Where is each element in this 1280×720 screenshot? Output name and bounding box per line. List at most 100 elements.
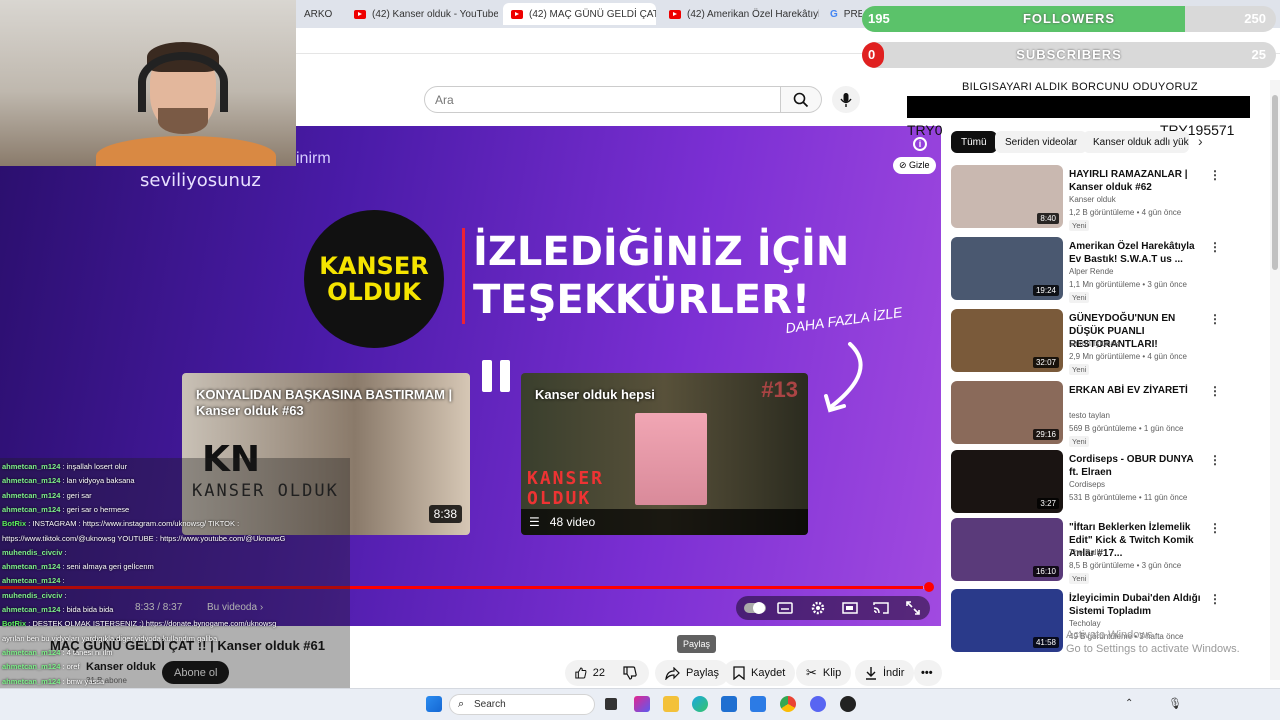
channel-name[interactable]: The Pally <box>1069 548 1102 557</box>
chip-series[interactable]: Seriden videolar <box>995 131 1088 153</box>
video-thumbnail[interactable]: 32:07 <box>951 309 1063 372</box>
end-card-playlist[interactable]: #13 KANSER OLDUK Kanser olduk hepsi ☰ 48… <box>521 373 808 535</box>
chat-message: muhendis_civciv : <box>2 591 67 601</box>
video-thumbnail[interactable]: 41:58 <box>951 589 1063 652</box>
recommended-video[interactable]: 16:10 "İftarı Beklerken İzlemelik Edit" K… <box>951 518 1221 584</box>
share-button[interactable]: Paylaş <box>655 660 730 686</box>
video-thumbnail[interactable]: 19:24 <box>951 237 1063 300</box>
video-title[interactable]: Amerikan Özel Harekâtıyla Ev Bastık! S.W… <box>1069 240 1205 266</box>
search-input[interactable]: Ara <box>424 86 781 113</box>
app-icon[interactable] <box>840 696 856 712</box>
channel-name[interactable]: Kanser olduk <box>1069 195 1116 204</box>
video-duration: 3:27 <box>1037 498 1059 509</box>
logo-line: OLDUK <box>327 278 421 306</box>
chat-username: BotRix <box>2 619 27 629</box>
more-options-icon[interactable]: ⋮ <box>1209 453 1221 467</box>
recommended-video[interactable]: 29:16 ERKAN ABİ EV ZİYARETİ testo taylan 56… <box>951 381 1221 447</box>
like-button[interactable]: 22 <box>565 660 615 686</box>
chat-separator: : <box>60 576 65 586</box>
taskbar-search[interactable]: Search <box>449 694 595 715</box>
video-meta: 2,9 Mn görüntüleme • 4 gün önce <box>1069 352 1187 361</box>
info-icon[interactable]: i <box>913 137 927 151</box>
task-view-icon[interactable] <box>605 698 617 710</box>
video-title[interactable]: HAYIRLI RAMAZANLAR | Kanser olduk #62 <box>1069 168 1205 194</box>
video-title[interactable]: İzleyicimin Dubai'den Aldığı Sistemi Top… <box>1069 592 1205 618</box>
chip-label: Tümü <box>961 136 987 148</box>
channel-name[interactable]: testo taylan <box>1069 411 1110 420</box>
recommended-video[interactable]: 32:07 GÜNEYDOĞU'NUN EN DÜŞÜK PUANLI RESTO… <box>951 309 1221 375</box>
microphone-tray-icon[interactable]: 🎙 <box>1168 697 1182 710</box>
browser-tab-active[interactable]: (42) MAÇ GÜNÜ GELDİ ÇAT✕ <box>503 3 656 25</box>
chat-message: ahmetcan_m124 : geri sar o hermese <box>2 505 129 515</box>
recommended-video[interactable]: 19:24 Amerikan Özel Harekâtıyla Ev Bastık… <box>951 237 1221 303</box>
taskbar-search-label: Search <box>474 699 506 710</box>
video-thumbnail[interactable]: 3:27 <box>951 450 1063 513</box>
share-label: Paylaş <box>686 667 720 679</box>
windows-start-icon[interactable] <box>426 696 442 712</box>
chat-text: 4 tanesi ni ilm <box>66 647 113 657</box>
browser-tab[interactable]: ARKO <box>296 3 346 25</box>
chevron-up-icon[interactable]: ⌃ <box>1125 698 1133 709</box>
chevron-right-icon[interactable]: › <box>1198 133 1203 149</box>
voice-search-button[interactable] <box>832 86 860 113</box>
browser-tab[interactable]: (42) Amerikan Özel Harekâtıyla✕ <box>661 3 819 25</box>
copilot-icon[interactable] <box>634 696 650 712</box>
video-thumbnail[interactable]: 16:10 <box>951 518 1063 581</box>
more-options-icon[interactable]: ⋮ <box>1209 384 1221 398</box>
more-actions-button[interactable]: ••• <box>914 660 942 686</box>
chip-all[interactable]: Tümü <box>951 131 997 153</box>
file-explorer-icon[interactable] <box>663 696 679 712</box>
video-title[interactable]: ERKAN ABİ EV ZİYARETİ <box>1069 384 1205 397</box>
video-duration: 29:16 <box>1032 429 1059 440</box>
autoplay-toggle[interactable] <box>744 600 766 616</box>
edge-icon[interactable] <box>692 696 708 712</box>
more-options-icon[interactable]: ⋮ <box>1209 592 1221 606</box>
outlook-icon[interactable] <box>750 696 766 712</box>
subtitles-button[interactable] <box>777 600 793 616</box>
thumbs-up-icon <box>575 667 587 679</box>
more-options-icon[interactable]: ⋮ <box>1209 521 1221 535</box>
cast-button[interactable] <box>873 600 889 616</box>
settings-button[interactable] <box>810 600 826 616</box>
hide-button[interactable]: ⊘ Gizle <box>893 157 936 174</box>
discord-icon[interactable] <box>810 696 826 712</box>
clip-button[interactable]: ✂ Klip <box>796 660 852 686</box>
channel-name[interactable]: Alper Rende <box>1069 267 1113 276</box>
toggle-icon <box>744 602 766 614</box>
more-options-icon[interactable]: ⋮ <box>1209 240 1221 254</box>
browser-tab[interactable]: (42) Kanser olduk - YouTube✕ <box>346 3 498 25</box>
fullscreen-button[interactable] <box>905 600 921 616</box>
new-badge: Yeni <box>1069 573 1090 584</box>
video-thumbnail[interactable]: 8:40 <box>951 165 1063 228</box>
followers-goal-bar: FOLLOWERS 195 250 <box>862 6 1276 32</box>
scrollbar-thumb[interactable] <box>1272 95 1278 270</box>
pause-icon[interactable] <box>480 358 512 394</box>
video-thumbnail[interactable]: 29:16 <box>951 381 1063 444</box>
search-button[interactable] <box>781 86 822 113</box>
more-options-icon[interactable]: ⋮ <box>1209 168 1221 182</box>
subscribers-current: 0 <box>868 47 876 62</box>
chat-username: muhendis_civciv <box>2 547 63 557</box>
more-options-icon[interactable]: ⋮ <box>1209 312 1221 326</box>
bookmark-icon <box>733 666 745 680</box>
chat-message: ahmetcan_m124 : 4 tanesi ni ilm <box>2 648 113 658</box>
chat-separator: : <box>62 547 67 557</box>
chat-username: ahmetcan_m124 <box>2 462 61 471</box>
thanks-line: TEŞEKKÜRLER! <box>473 277 811 323</box>
dislike-button[interactable] <box>615 660 649 686</box>
chat-text: DESTEK OLMAK ISTERSENIZ :) https://donat… <box>32 619 277 629</box>
recommended-video[interactable]: 3:27 Cordiseps - OBUR DUNYA ft. Elraen Cor… <box>951 450 1221 514</box>
channel-name[interactable]: Cordiseps <box>1069 480 1105 489</box>
scrubber-handle[interactable] <box>924 582 934 592</box>
store-icon[interactable] <box>721 696 737 712</box>
video-title[interactable]: Cordiseps - OBUR DUNYA ft. Elraen <box>1069 453 1205 479</box>
chrome-icon[interactable] <box>780 696 796 712</box>
chip-channel[interactable]: Kanser olduk adlı yük <box>1083 131 1189 153</box>
browser-tab[interactable]: G PREN <box>822 3 862 25</box>
channel-name[interactable]: Orkun Işıtmak <box>1069 339 1119 348</box>
miniplayer-button[interactable] <box>842 600 858 616</box>
save-button[interactable]: Kaydet <box>723 660 796 686</box>
recommended-video[interactable]: 8:40 HAYIRLI RAMAZANLAR | Kanser olduk #6… <box>951 165 1221 231</box>
download-button[interactable]: İndir <box>855 660 915 686</box>
channel-name[interactable]: Techolay <box>1069 619 1101 628</box>
